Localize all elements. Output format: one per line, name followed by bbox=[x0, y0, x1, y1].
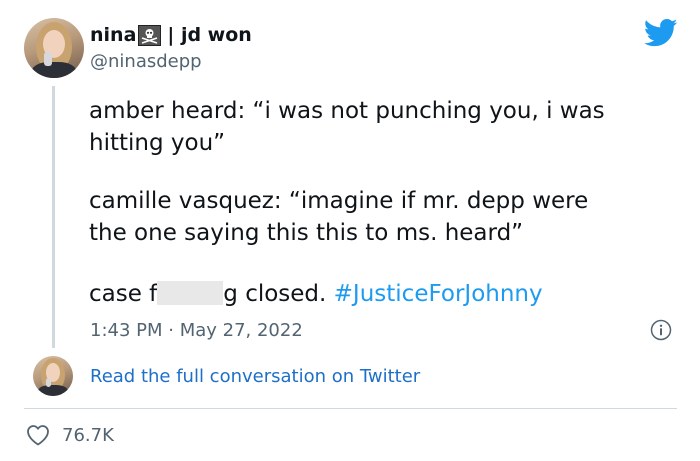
avatar[interactable] bbox=[24, 18, 84, 78]
tweet-timestamp[interactable]: 1:43 PM · May 27, 2022 bbox=[90, 320, 303, 341]
tweet-paragraph-3: case f g closed. #JusticeForJohnny bbox=[89, 278, 543, 310]
info-icon[interactable] bbox=[650, 319, 672, 341]
hashtag-link[interactable]: #JusticeForJohnny bbox=[334, 281, 543, 307]
avatar-phone bbox=[46, 378, 51, 387]
tweet-text-part: g closed. bbox=[223, 281, 334, 307]
avatar-phone bbox=[44, 52, 52, 66]
display-name-suffix: | jd won bbox=[167, 24, 252, 46]
tweet-line: the one saying this this to ms. heard” bbox=[89, 220, 524, 246]
avatar-small[interactable] bbox=[33, 356, 73, 396]
tweet-paragraph-2: camille vasquez: “imagine if mr. depp we… bbox=[89, 185, 588, 249]
skull-and-crossbones-icon bbox=[138, 24, 162, 46]
user-handle[interactable]: @ninasdepp bbox=[90, 51, 202, 72]
censor-blur bbox=[157, 281, 224, 305]
tweet-line: hitting you” bbox=[89, 130, 226, 156]
tweet-paragraph-1: amber heard: “i was not punching you, i … bbox=[89, 95, 605, 159]
divider bbox=[24, 408, 677, 409]
avatar-shirt bbox=[32, 62, 76, 78]
display-name[interactable]: nina | jd won bbox=[90, 24, 252, 46]
tweet-line: amber heard: “i was not punching you, i … bbox=[89, 98, 605, 124]
thread-line bbox=[52, 86, 55, 348]
like-button[interactable]: 76.7K bbox=[26, 424, 114, 446]
tweet-text-part: case f bbox=[89, 281, 158, 307]
display-name-prefix: nina bbox=[90, 24, 137, 46]
read-conversation-link[interactable]: Read the full conversation on Twitter bbox=[90, 366, 420, 387]
twitter-bird-icon[interactable] bbox=[644, 18, 678, 48]
heart-icon bbox=[27, 425, 49, 446]
like-count: 76.7K bbox=[62, 424, 114, 446]
avatar-shirt bbox=[38, 385, 68, 396]
tweet-line: camille vasquez: “imagine if mr. depp we… bbox=[89, 188, 589, 214]
